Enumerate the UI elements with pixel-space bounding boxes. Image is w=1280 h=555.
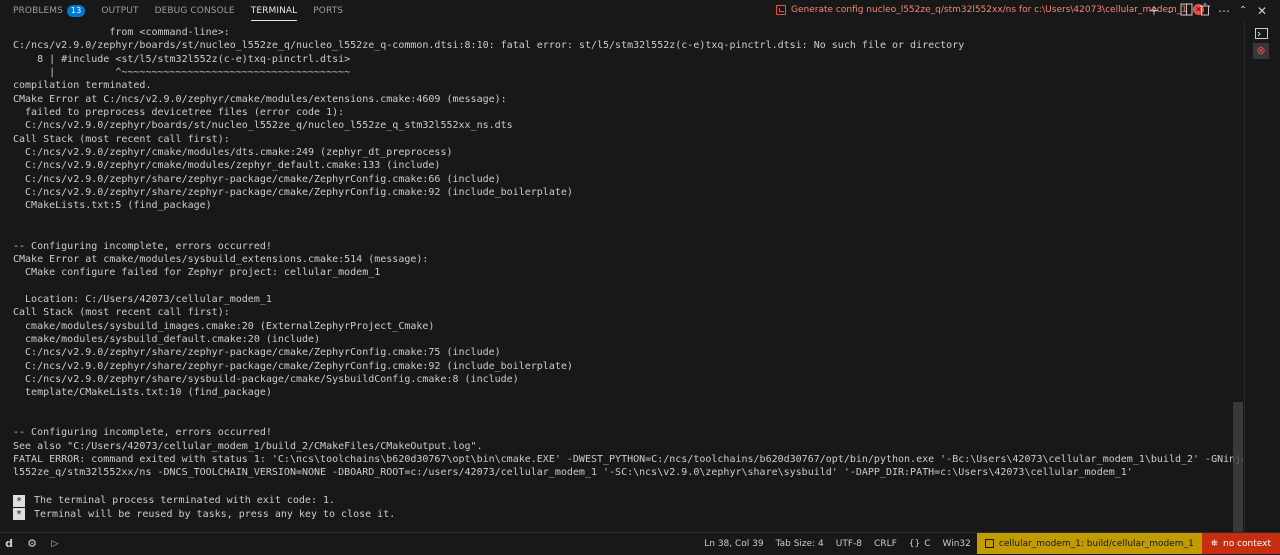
task-box-icon [984, 539, 994, 548]
status-bar: d ⚙ ▷ Ln 38, Col 39 Tab Size: 4 UTF-8 CR… [0, 532, 1280, 554]
terminal-line: Location: C:/Users/42073/cellular_modem_… [13, 293, 272, 305]
terminal-output[interactable]: from <command-line>: C:/ncs/v2.9.0/zephyr… [13, 26, 1243, 532]
terminal-line: CMake configure failed for Zephyr projec… [13, 267, 381, 279]
task-label-text: Generate config nucleo_l552ze_q/stm32l55… [791, 4, 1188, 15]
terminal-line: cmake/modules/sysbuild_images.cmake:20 (… [13, 320, 435, 332]
tab-terminal[interactable]: TERMINAL [243, 0, 306, 22]
terminal-line: C:/ncs/v2.9.0/zephyr/cmake/modules/zephy… [13, 160, 441, 172]
tab-label: OUTPUT [101, 6, 139, 16]
tab-problems[interactable]: PROBLEMS 13 [5, 0, 93, 22]
terminal-line: l552ze_q/stm32l552xx/ns -DNCS_TOOLCHAIN_… [13, 467, 1133, 479]
terminal-line: C:/ncs/v2.9.0/zephyr/share/zephyr-packag… [13, 173, 501, 185]
footer-line: * Terminal will be reused by tasks, press… [13, 508, 395, 522]
terminal-line: CMake Error at C:/ncs/v2.9.0/zephyr/cmak… [13, 93, 507, 105]
error-icon: ⊗ [1256, 44, 1266, 57]
terminal-line: template/CMakeLists.txt:10 (find_package… [13, 387, 272, 399]
panel-header: PROBLEMS 13 OUTPUT DEBUG CONSOLE TERMINA… [0, 0, 1280, 22]
build-task-label: cellular_modem_1: build/cellular_modem_1 [998, 538, 1194, 549]
status-bar-right: Ln 38, Col 39 Tab Size: 4 UTF-8 CRLF {} … [698, 533, 1280, 554]
cursor-position[interactable]: Ln 38, Col 39 [698, 533, 769, 554]
terminal-line: from <command-line>: [13, 27, 230, 38]
chevron-down-icon[interactable]: ⌄ [1165, 3, 1175, 19]
active-terminal-task[interactable]: Generate config nucleo_l552ze_q/stm32l55… [776, 4, 1205, 15]
scrollbar-thumb[interactable] [1233, 402, 1243, 532]
status-bar-left: d ⚙ ▷ [0, 533, 60, 555]
terminal-line: C:/ncs/v2.9.0/zephyr/boards/st/nucleo_l5… [13, 120, 513, 132]
terminal-toolbar: ＋ ⌄ ⋯ ⌃ ✕ [1146, 3, 1270, 19]
star-icon: * [13, 508, 25, 521]
braces-icon: {} [908, 538, 921, 549]
chevron-up-icon[interactable]: ⌃ [1235, 3, 1251, 19]
star-icon: * [13, 494, 25, 507]
tab-debug-console[interactable]: DEBUG CONSOLE [147, 0, 243, 22]
remote-icon[interactable]: d [4, 537, 14, 550]
tab-label: DEBUG CONSOLE [154, 6, 235, 16]
tab-label: PROBLEMS [13, 6, 63, 16]
tab-size[interactable]: Tab Size: 4 [770, 533, 830, 554]
terminal-tabs-rail: ⊗ [1244, 22, 1280, 532]
trash-icon-svg [1200, 3, 1210, 16]
context-status[interactable]: ⛯ no context [1201, 533, 1280, 554]
terminal-line: See also "C:/Users/42073/cellular_modem_… [13, 440, 483, 452]
split-icon-svg [1180, 3, 1192, 16]
terminal-line: compilation terminated. [13, 80, 152, 92]
terminal-line: -- Configuring incomplete, errors occurr… [13, 240, 272, 252]
terminal-icon-svg [1254, 28, 1268, 39]
terminal-scrollbar[interactable] [1233, 22, 1243, 532]
terminal-line: CMake Error at cmake/modules/sysbuild_ex… [13, 253, 429, 265]
task-instance-error-icon[interactable]: ⊗ [1253, 43, 1269, 59]
gear-icon[interactable]: ⚙ [27, 537, 37, 550]
end-of-line[interactable]: CRLF [868, 533, 903, 554]
tab-ports[interactable]: PORTS [305, 0, 351, 22]
ellipsis-icon[interactable]: ⋯ [1216, 3, 1232, 19]
terminal-line: FATAL ERROR: command exited with status … [13, 454, 1243, 465]
panel-tabs: PROBLEMS 13 OUTPUT DEBUG CONSOLE TERMINA… [0, 0, 351, 22]
terminal-line: CMakeLists.txt:5 (find_package) [13, 200, 212, 212]
terminal-line: C:/ncs/v2.9.0/zephyr/boards/st/nucleo_l5… [13, 40, 965, 52]
trash-icon[interactable] [1197, 3, 1213, 19]
context-icon: ⛯ [1210, 538, 1218, 549]
terminal-line: | ^~~~~~~~~~~~~~~~~~~~~~~~~~~~~~~~~~~~~~… [13, 67, 351, 79]
context-label: no context [1223, 538, 1271, 549]
task-terminal-icon [776, 4, 786, 15]
terminal-line: C:/ncs/v2.9.0/zephyr/cmake/modules/dts.c… [13, 147, 453, 159]
language-label: C [924, 538, 931, 549]
terminal-line: C:/ncs/v2.9.0/zephyr/share/zephyr-packag… [13, 347, 501, 359]
footer-line: * The terminal process terminated with ex… [13, 494, 395, 508]
tab-label: TERMINAL [250, 6, 298, 16]
reuse-text: Terminal will be reused by tasks, press … [34, 508, 396, 520]
encoding[interactable]: UTF-8 [830, 533, 868, 554]
terminal-line: C:/ncs/v2.9.0/zephyr/share/zephyr-packag… [13, 187, 573, 199]
terminal-line: C:/ncs/v2.9.0/zephyr/share/zephyr-packag… [13, 360, 573, 372]
plus-icon[interactable]: ＋ [1146, 3, 1162, 19]
terminal-line: C:/ncs/v2.9.0/zephyr/share/sysbuild-pack… [13, 373, 519, 385]
tab-output[interactable]: OUTPUT [93, 0, 146, 22]
close-icon[interactable]: ✕ [1254, 3, 1270, 19]
split-icon[interactable] [1178, 3, 1194, 19]
terminal-instance-icon[interactable] [1254, 27, 1268, 41]
terminal-exit-message: * The terminal process terminated with ex… [13, 494, 395, 521]
tab-label: PORTS [313, 6, 344, 16]
terminal-line: cmake/modules/sysbuild_default.cmake:20 … [13, 333, 321, 345]
problems-count-badge: 13 [66, 5, 86, 17]
build-task-status[interactable]: cellular_modem_1: build/cellular_modem_1 [976, 533, 1202, 554]
terminal-line: 8 | #include <st/l5/stm32l552z(c-e)txq-p… [13, 53, 351, 65]
terminal-line: Call Stack (most recent call first): [13, 133, 230, 145]
exit-code-text: The terminal process terminated with exi… [34, 495, 336, 506]
terminal-line: failed to preprocess devicetree files (e… [13, 107, 345, 119]
play-icon[interactable]: ▷ [50, 539, 60, 549]
terminal-line: Call Stack (most recent call first): [13, 307, 230, 319]
platform[interactable]: Win32 [937, 533, 977, 554]
terminal-line: -- Configuring incomplete, errors occurr… [13, 427, 272, 439]
language-mode[interactable]: {} C [903, 533, 937, 554]
